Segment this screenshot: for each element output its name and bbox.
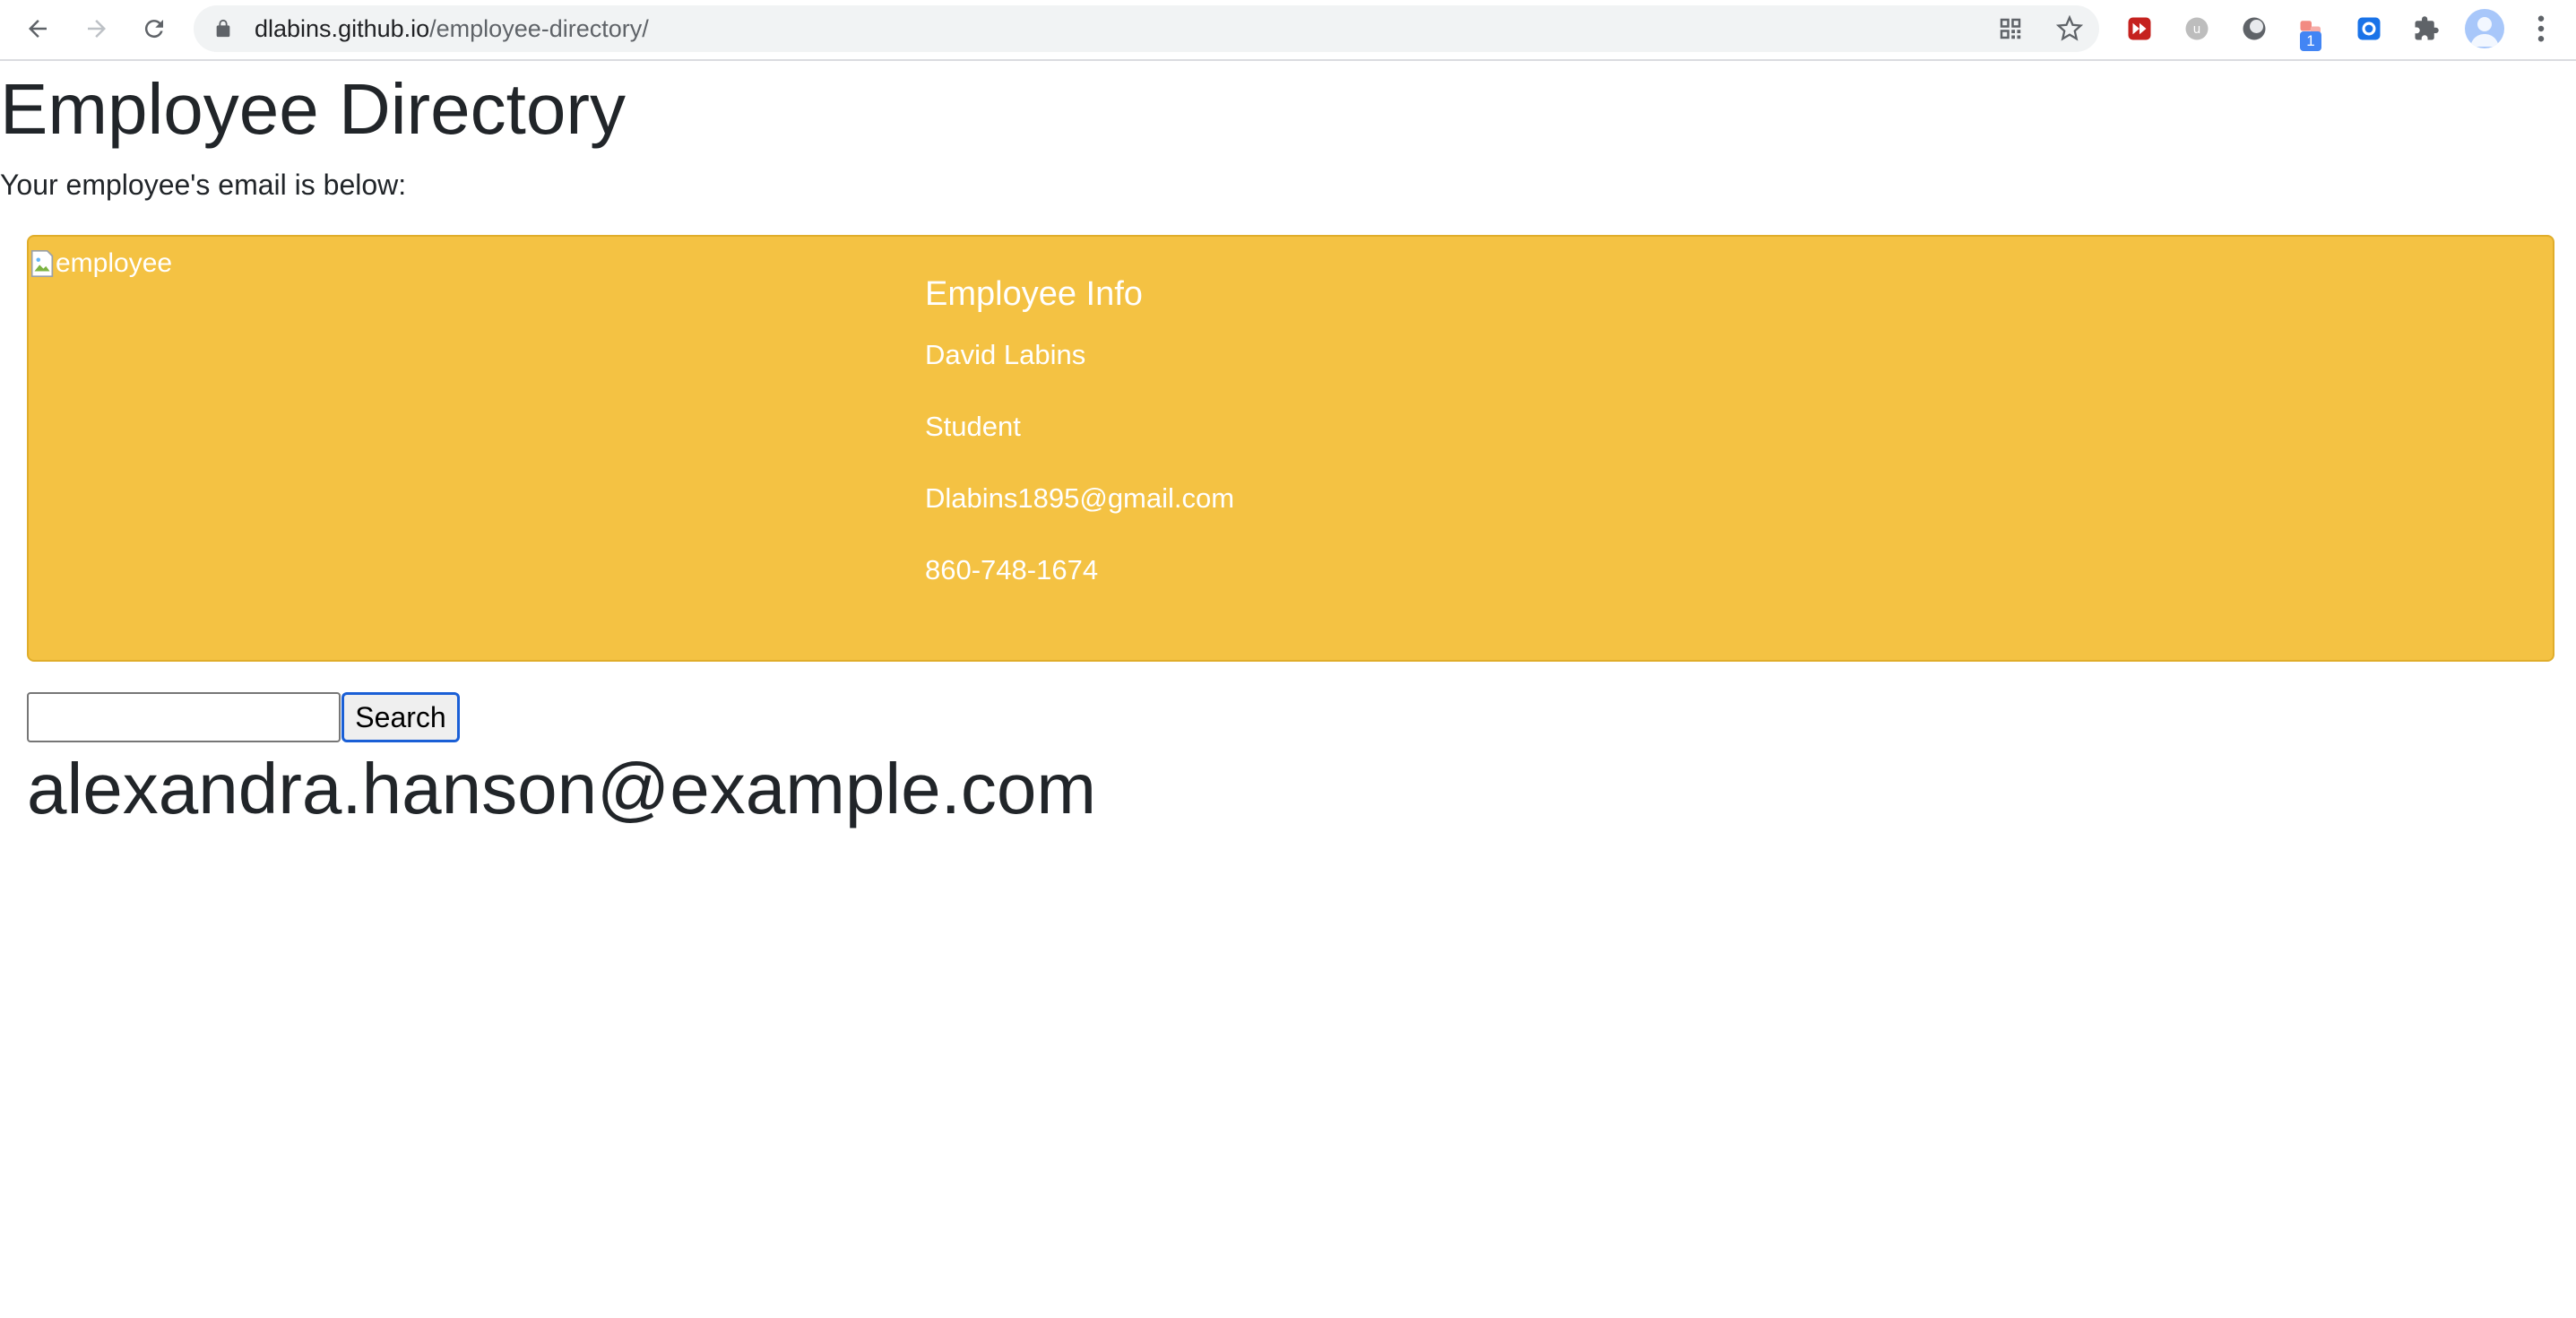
employee-role: Student <box>925 411 1021 442</box>
intro-text: Your employee's email is below: <box>0 169 407 201</box>
reload-icon <box>144 20 163 39</box>
employee-card: employee Employee Info David Labins Stud… <box>27 235 2554 662</box>
employee-image: employee <box>29 246 172 282</box>
lock-icon <box>216 19 230 38</box>
url-path: /employee-directory/ <box>429 15 649 42</box>
qr-code-icon[interactable] <box>1997 15 2024 42</box>
employee-info-heading: Employee Info <box>925 275 1143 313</box>
extension-dark-circle-icon[interactable] <box>2239 13 2269 44</box>
employee-name: David Labins <box>925 339 1086 370</box>
svg-text:u: u <box>2193 22 2201 37</box>
employee-phone: 860-748-1674 <box>925 554 1099 585</box>
bookmark-star-icon[interactable] <box>2056 15 2083 42</box>
extension-grey-circle-icon[interactable]: u <box>2182 13 2212 44</box>
browser-toolbar: dlabins.github.io/employee-directory/ u … <box>0 0 2576 61</box>
search-button[interactable]: Search <box>341 692 460 742</box>
employee-image-alt: employee <box>56 248 173 278</box>
extensions-puzzle-icon[interactable] <box>2411 13 2442 44</box>
reload-button[interactable] <box>134 9 174 48</box>
page-title: Employee Directory <box>0 69 627 149</box>
employee-email: Dlabins1895@gmail.com <box>925 482 1235 514</box>
address-bar[interactable]: dlabins.github.io/employee-directory/ <box>194 5 2099 52</box>
url-text: dlabins.github.io/employee-directory/ <box>255 5 649 52</box>
extension-red-icon[interactable] <box>2124 13 2155 44</box>
back-button[interactable] <box>18 9 57 48</box>
forward-arrow-icon <box>88 20 106 38</box>
result-email: alexandra.hanson@example.com <box>27 749 1097 828</box>
profile-avatar-icon <box>2470 17 2499 47</box>
search-input[interactable] <box>27 692 341 742</box>
employee-info: Employee Info David Labins Student Dlabi… <box>925 273 1234 588</box>
url-host: dlabins.github.io <box>255 15 430 42</box>
broken-image-icon <box>30 249 54 278</box>
browser-menu-icon[interactable] <box>2528 11 2554 47</box>
profile-avatar[interactable] <box>2465 9 2504 48</box>
extension-badge-count: 1 <box>2300 31 2321 51</box>
back-arrow-icon <box>29 20 47 38</box>
forward-button[interactable] <box>77 9 117 48</box>
extension-blue-icon[interactable] <box>2354 13 2384 44</box>
